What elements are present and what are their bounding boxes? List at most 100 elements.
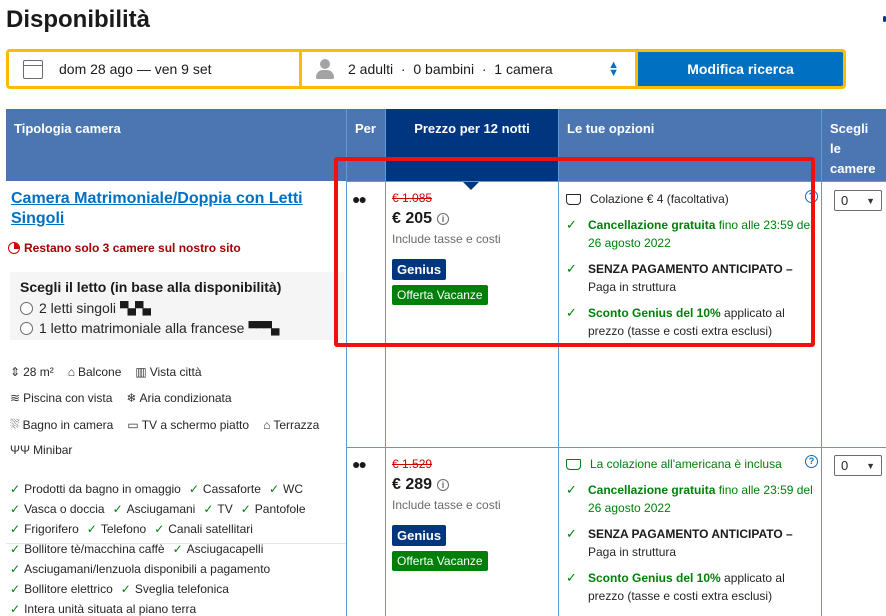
amenity: Intera unità situata al piano terra — [24, 602, 197, 616]
header-choose: Scegli le camere — [822, 109, 886, 181]
current-price-row: € 289 i — [392, 476, 562, 494]
grid-line — [821, 109, 822, 616]
modify-search-button[interactable]: Modifica ricerca — [638, 52, 843, 86]
cancel-policy: Cancellazione gratuita — [588, 483, 716, 497]
amenities-list: ✓ Prodotti da bagno in omaggio ✓ Cassaforte… — [10, 482, 306, 616]
guests-selector[interactable]: 2 adulti · 0 bambini · 1 camera ▲ ▼ — [302, 52, 635, 86]
select-value: 0 — [841, 458, 849, 473]
options-cell: La colazione all'americana è inclusa? ✓ C… — [566, 455, 821, 605]
info-icon[interactable]: i — [437, 479, 450, 491]
price-includes: Include tasse e costi — [392, 232, 501, 246]
bed-option-label: 1 letto matrimoniale alla francese — [39, 320, 245, 336]
prepayment-policy: SENZA PAGAMENTO ANTICIPATO – — [588, 527, 793, 541]
person-icon — [316, 59, 334, 79]
amenity: Prodotti da bagno in omaggio — [24, 482, 181, 496]
original-price: € 1.085 — [392, 191, 433, 205]
header-per: Per — [347, 109, 385, 181]
amenity: Telefono — [100, 522, 147, 536]
pool-icon: ≋ — [10, 391, 21, 405]
amenity: Bollitore tè/macchina caffè — [24, 542, 165, 556]
genius-discount: Sconto Genius del 10% — [588, 306, 721, 320]
facilities-row: ΨΨ Minibar — [10, 443, 350, 457]
rooms-table: Tipologia camera Per Prezzo per 12 notti… — [6, 109, 886, 616]
genius-discount: Sconto Genius del 10% — [588, 571, 721, 585]
amenity: Bollitore elettrico — [24, 582, 113, 596]
prepayment-detail: Paga in struttura — [588, 545, 677, 559]
area-icon: ⇕ — [10, 365, 21, 379]
facilities-row: ≋ Piscina con vista ❄ Aria condizionata — [10, 391, 350, 405]
amenity: Frigorifero — [24, 522, 79, 536]
date-range: dom 28 ago — ven 9 set — [59, 61, 212, 77]
page-title: Disponibilità — [6, 6, 150, 33]
amenity: Cassaforte — [202, 482, 261, 496]
current-price: € 205 — [392, 210, 433, 227]
amenity: Vasca o doccia — [24, 502, 105, 516]
facility: Terrazza — [273, 417, 320, 432]
coffee-cup-icon — [566, 458, 581, 470]
facility: TV a schermo piatto — [141, 417, 250, 432]
calendar-icon — [23, 59, 43, 79]
bed-option-twin[interactable]: 2 letti singoli ▀▄▀▄ — [20, 298, 334, 318]
amenity: Sveglia telefonica — [134, 582, 229, 596]
city-view-icon: ▥ — [135, 365, 147, 379]
current-price-row: € 205 i — [392, 210, 562, 228]
facility: Balcone — [78, 365, 122, 379]
occupancy-2-icon: ●● — [352, 191, 367, 207]
occupancy-2-icon: ●● — [352, 456, 367, 472]
balcony-icon: ⌂ — [67, 365, 75, 379]
radio-button[interactable] — [20, 321, 33, 335]
scarcity-message: Restano solo 3 camere sul nostro sito — [8, 241, 241, 255]
facility: Vista città — [149, 365, 202, 379]
facility: Aria condizionata — [139, 391, 232, 405]
breakfast-info: Colazione € 4 (facoltativa) — [590, 192, 729, 206]
bed-choice-box: Scegli il letto (in base alla disponibil… — [10, 272, 344, 340]
current-price: € 289 — [392, 476, 433, 493]
prepayment-policy: SENZA PAGAMENTO ANTICIPATO – — [588, 262, 793, 276]
guests-summary: 2 adulti · 0 bambini · 1 camera — [348, 61, 553, 77]
amenity: Asciugamani/lenzuola disponibili a pagam… — [24, 562, 271, 576]
cancel-policy: Cancellazione gratuita — [588, 218, 716, 232]
facility: 28 m² — [23, 365, 54, 379]
grid-line — [385, 109, 386, 616]
updown-arrows-icon: ▲ ▼ — [608, 59, 619, 79]
facilities-row: ⛆ Bagno in camera ▭ TV a schermo piatto ⌂ T… — [10, 417, 350, 432]
room-quantity-select[interactable]: 0 ▼ — [834, 190, 882, 211]
amenity: Pantofole — [254, 502, 306, 516]
bath-icon: ⛆ — [10, 417, 20, 431]
radio-button[interactable] — [20, 301, 33, 315]
facilities-row: ⇕ 28 m² ⌂ Balcone ▥ Vista città — [10, 365, 350, 379]
original-price: € 1.529 — [392, 457, 433, 471]
room-name-link[interactable]: Camera Matrimoniale/Doppia con Letti Sin… — [11, 189, 331, 229]
amenity: Canali satellitari — [168, 522, 253, 536]
bed-option-double[interactable]: 1 letto matrimoniale alla francese ▀▀▀▄ — [20, 318, 334, 338]
snowflake-icon: ❄ — [126, 391, 137, 405]
room-quantity-select[interactable]: 0 ▼ — [834, 455, 882, 476]
info-icon[interactable]: i — [437, 213, 450, 225]
genius-badge: Genius — [392, 525, 447, 546]
help-icon[interactable]: ? — [805, 190, 818, 203]
holiday-offer-badge: Offerta Vacanze — [392, 285, 488, 305]
select-value: 0 — [841, 193, 849, 208]
room-details: Camera Matrimoniale/Doppia con Letti Sin… — [6, 181, 346, 616]
options-cell: Colazione € 4 (facoltativa)? ✓ Cancellazi… — [566, 190, 821, 340]
twin-beds-icon: ▀▄▀▄ — [120, 301, 151, 315]
tv-icon: ▭ — [127, 417, 139, 432]
breakfast-info: La colazione all'americana è inclusa — [590, 457, 782, 471]
facility: Bagno in camera — [22, 417, 114, 432]
price-includes: Include tasse e costi — [392, 498, 501, 512]
genius-badge: Genius — [392, 259, 447, 280]
clock-alert-icon — [8, 242, 20, 254]
header-options: Le tue opzioni — [559, 109, 821, 181]
amenity: TV — [217, 502, 233, 516]
price-cell: € 1.085 € 205 i Include tasse e costi Gen… — [392, 191, 562, 305]
bed-option-label: 2 letti singoli — [39, 300, 117, 316]
help-icon[interactable]: ? — [805, 455, 818, 468]
price-header-pointer — [462, 181, 480, 190]
amenity: Asciugacapelli — [186, 542, 264, 556]
date-picker[interactable]: dom 28 ago — ven 9 set — [9, 52, 299, 86]
grid-line — [346, 109, 347, 616]
header-price: Prezzo per 12 notti — [386, 109, 558, 181]
grid-line — [347, 447, 886, 448]
search-bar: dom 28 ago — ven 9 set 2 adulti · 0 bamb… — [6, 49, 846, 89]
double-bed-icon: ▀▀▀▄ — [248, 321, 279, 335]
